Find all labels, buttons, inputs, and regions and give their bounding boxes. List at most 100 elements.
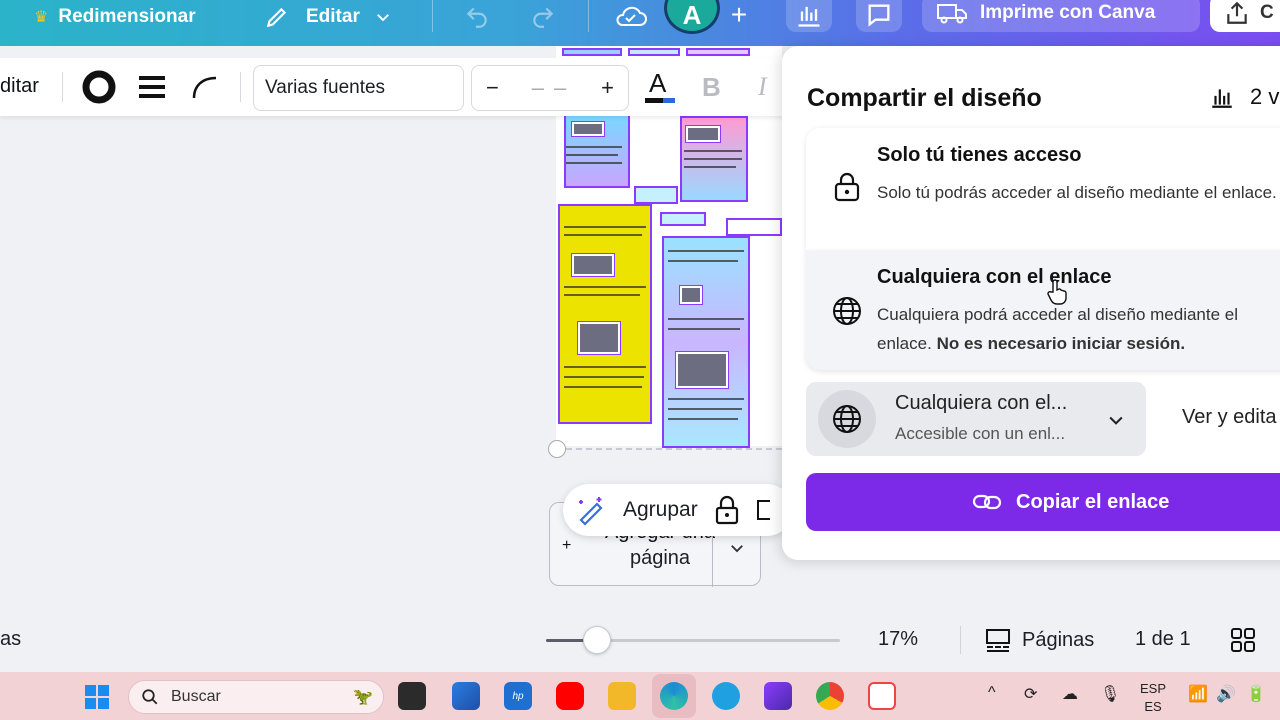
group-button[interactable]: Agrupar	[623, 498, 698, 522]
notes-button[interactable]: as	[0, 628, 21, 651]
image-thumbnail[interactable]	[685, 125, 721, 143]
italic-button[interactable]: I	[758, 72, 767, 102]
access-select-value: Cualquiera con el...	[895, 392, 1068, 414]
text-color-button[interactable]: A	[645, 68, 675, 104]
image-thumbnail[interactable]	[571, 253, 615, 277]
invite-button[interactable]: +	[716, 0, 762, 32]
size-value[interactable]: – –	[532, 75, 569, 101]
image-thumbnail[interactable]	[675, 351, 729, 389]
lock-icon[interactable]	[714, 495, 740, 525]
cloud-icon[interactable]: ☁	[1062, 684, 1078, 704]
insights-button[interactable]	[786, 0, 832, 32]
image-thumbnail[interactable]	[571, 121, 605, 137]
divider	[240, 72, 241, 102]
edit-menu-button[interactable]: Editar	[264, 0, 392, 34]
corner-rounding-icon[interactable]	[190, 72, 220, 102]
duplicate-icon[interactable]	[756, 497, 770, 523]
bottom-bar: as 17% Páginas 1 de 1	[0, 616, 1280, 668]
content-block[interactable]	[662, 236, 750, 448]
text-line	[564, 286, 646, 288]
text-line	[668, 328, 740, 330]
plus-icon: +	[730, 0, 748, 30]
resize-handle[interactable]	[548, 440, 566, 458]
task-view-icon[interactable]	[398, 682, 426, 710]
access-option-anyone-with-link[interactable]: Cualquiera con el enlace Cualquiera podr…	[806, 250, 1280, 370]
snipping-tool-icon[interactable]	[868, 682, 896, 710]
windows-start-icon[interactable]	[84, 684, 110, 710]
content-block[interactable]	[562, 48, 622, 56]
sync-icon[interactable]: ⟳	[1024, 684, 1037, 704]
content-block[interactable]	[634, 186, 678, 204]
access-option-private[interactable]: Solo tú tienes acceso Solo tú podrás acc…	[806, 128, 1280, 250]
access-level-select[interactable]: Cualquiera con el... Accesible con un en…	[806, 382, 1146, 456]
lang-bottom: ES	[1144, 699, 1162, 714]
zoom-level[interactable]: 17%	[878, 628, 918, 651]
undo-button[interactable]	[464, 0, 490, 34]
content-block[interactable]	[660, 212, 706, 226]
clipchamp-icon[interactable]	[764, 682, 792, 710]
cloud-save-button[interactable]	[614, 0, 648, 34]
microphone-icon[interactable]: 🎙	[1100, 684, 1120, 704]
edge-icon[interactable]	[660, 682, 688, 710]
content-block[interactable]	[726, 218, 782, 236]
globe-icon-container	[818, 390, 876, 448]
bold-button[interactable]: B	[702, 72, 721, 103]
hp-icon[interactable]: hp	[504, 682, 532, 710]
text-line	[564, 376, 644, 378]
help-icon[interactable]	[712, 682, 740, 710]
zoom-slider-knob[interactable]	[583, 626, 611, 654]
comments-button[interactable]	[856, 0, 902, 32]
globe-icon	[833, 405, 861, 433]
wifi-icon[interactable]: 📶	[1188, 684, 1208, 704]
border-style-icon[interactable]	[81, 69, 117, 105]
pages-button[interactable]: Páginas	[984, 626, 1094, 654]
text-line	[564, 366, 646, 368]
store-icon[interactable]	[452, 682, 480, 710]
content-block[interactable]	[628, 48, 680, 56]
image-thumbnail[interactable]	[577, 321, 621, 355]
print-with-canva-button[interactable]: Imprime con Canva	[922, 0, 1200, 32]
redo-button[interactable]	[530, 0, 556, 34]
magic-edit-icon[interactable]	[575, 494, 607, 526]
volume-icon[interactable]: 🔊	[1216, 684, 1236, 704]
text-line	[684, 166, 736, 168]
text-toolbar: ditar Varias fuentes − – – + A B I	[0, 58, 790, 116]
edit-label: Editar	[306, 6, 360, 27]
border-weight-icon[interactable]	[137, 72, 167, 102]
text-color-letter: A	[649, 68, 667, 98]
truck-icon	[937, 4, 967, 24]
edit-text-button[interactable]: ditar	[0, 75, 39, 98]
taskbar-search[interactable]: Buscar 🦖	[128, 680, 384, 714]
language-indicator[interactable]: ESP ES	[1140, 680, 1166, 716]
copy-link-label: Copiar el enlace	[1016, 490, 1170, 513]
text-line	[566, 162, 622, 164]
avatar[interactable]: A	[664, 0, 720, 34]
chrome-icon[interactable]	[816, 682, 844, 710]
youtube-icon[interactable]	[556, 682, 584, 710]
share-label-partial: C	[1260, 2, 1274, 23]
permission-select[interactable]: Ver y edita	[1182, 406, 1277, 429]
content-block[interactable]	[558, 204, 652, 424]
resize-button[interactable]: ♛ Redimensionar	[34, 0, 196, 34]
font-family-select[interactable]: Varias fuentes	[253, 65, 464, 111]
top-bar: ♛ Redimensionar Editar A + Imprime con C…	[0, 0, 1280, 46]
selection-popup: Agrupar	[563, 484, 793, 536]
tray-chevron-up-icon[interactable]: ^	[988, 684, 996, 702]
size-minus-button[interactable]: −	[486, 75, 499, 101]
option-title: Cualquiera con el enlace	[877, 266, 1112, 288]
page-counter[interactable]: 1 de 1	[1135, 628, 1191, 651]
chevron-down-icon[interactable]	[728, 539, 746, 557]
lock-icon	[834, 172, 860, 202]
grid-view-icon[interactable]	[1230, 627, 1256, 653]
font-size-control: − – – +	[471, 65, 629, 111]
size-plus-button[interactable]: +	[601, 75, 614, 101]
insights-link[interactable]: 2 v	[1208, 84, 1279, 110]
file-explorer-icon[interactable]	[608, 682, 636, 710]
share-button[interactable]: C	[1210, 0, 1280, 32]
battery-icon[interactable]: 🔋	[1246, 684, 1266, 704]
content-block[interactable]	[686, 48, 750, 56]
copy-link-button[interactable]: Copiar el enlace	[806, 473, 1280, 531]
image-thumbnail[interactable]	[679, 285, 703, 305]
text-line	[684, 150, 742, 152]
option-description: Cualquiera podrá acceder al diseño media…	[877, 300, 1277, 358]
